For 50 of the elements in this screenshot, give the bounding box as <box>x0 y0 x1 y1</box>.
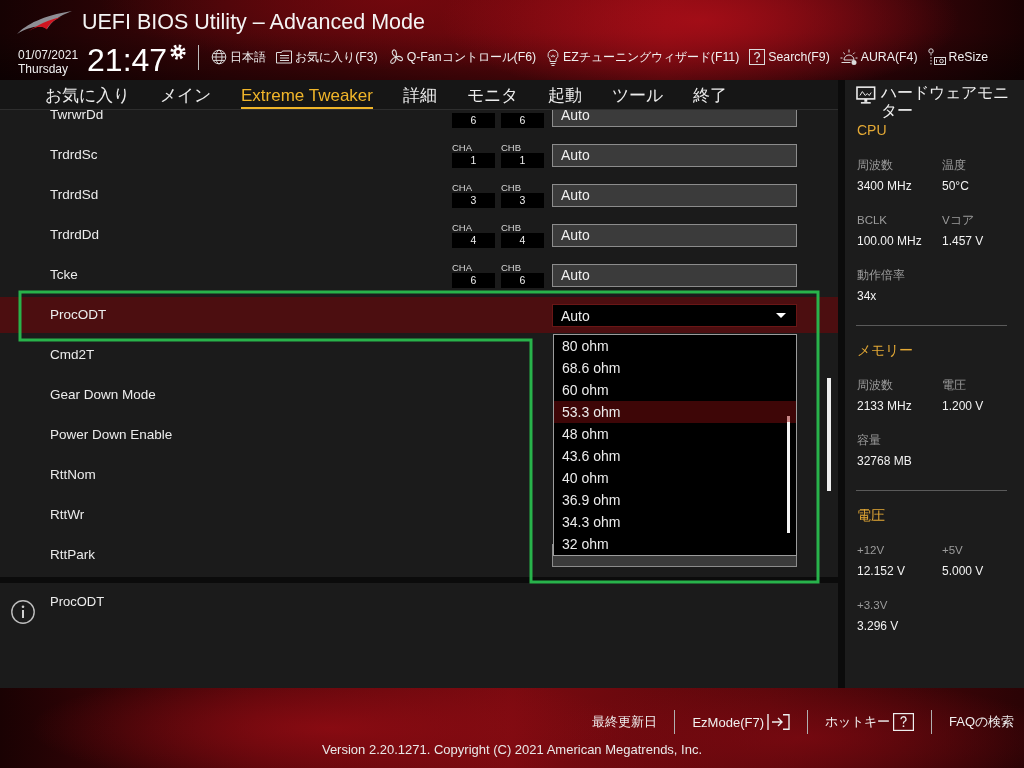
copyright-text: Version 2.20.1271. Copyright (C) 2021 American Megatrends, Inc. <box>321 742 703 758</box>
stat-value: 100.00 MHz <box>857 233 922 249</box>
channel-label: CHB <box>501 223 523 233</box>
stat-label: 周波数 <box>857 158 893 173</box>
channel-value: 6 <box>452 113 495 128</box>
stat-value: 3400 MHz <box>857 178 912 194</box>
stat-value: 2133 MHz <box>857 398 912 414</box>
channel-value: 3 <box>452 193 495 208</box>
help-text: ProcODT <box>50 595 105 609</box>
stat-value: 50°C <box>942 178 969 194</box>
stat-label: +3.3V <box>857 598 888 613</box>
clock-time: 21:47 <box>87 44 168 76</box>
stat-label: +12V <box>857 543 885 558</box>
panel-title: ハードウェアモニター <box>880 84 1010 120</box>
channel-value: 3 <box>501 193 544 208</box>
channel-value: 6 <box>501 273 544 288</box>
channel-value: 1 <box>452 153 495 168</box>
stat-label: Vコア <box>942 213 974 228</box>
stat-label: 電圧 <box>942 378 966 393</box>
channel-value: 6 <box>452 273 495 288</box>
stat-value: 34x <box>857 288 877 304</box>
channel-value: 4 <box>452 233 495 248</box>
channel-label: CHA <box>452 183 474 193</box>
channel-label: CHA <box>452 263 474 273</box>
weekday-text: Thursday <box>18 62 70 76</box>
stat-value: 1.200 V <box>942 398 984 414</box>
channel-label: CHA <box>452 223 474 233</box>
stat-value: 5.000 V <box>942 563 984 579</box>
channel-value: 4 <box>501 233 544 248</box>
stat-value: 1.457 V <box>942 233 984 249</box>
section-title: 電圧 <box>857 506 885 524</box>
date-text: 01/07/2021 <box>18 48 79 62</box>
stat-label: BCLK <box>857 213 888 228</box>
channel-value: 1 <box>501 153 544 168</box>
window-title: UEFI BIOS Utility – Advanced Mode <box>82 9 425 35</box>
channel-label: CHB <box>501 143 523 153</box>
stat-value: 3.296 V <box>857 618 899 634</box>
channel-value: 6 <box>501 113 544 128</box>
channel-label: CHB <box>501 263 523 273</box>
stat-label: 容量 <box>857 433 881 448</box>
channel-label: CHB <box>501 183 523 193</box>
stat-label: 周波数 <box>857 378 893 393</box>
channel-label: CHA <box>452 143 474 153</box>
section-title: メモリー <box>857 341 913 359</box>
stat-value: 32768 MB <box>857 453 912 469</box>
stat-label: 動作倍率 <box>857 268 905 283</box>
stat-label: 温度 <box>942 158 966 173</box>
stat-value: 12.152 V <box>857 563 906 579</box>
stat-label: +5V <box>942 543 963 558</box>
section-title: CPU <box>857 121 887 139</box>
